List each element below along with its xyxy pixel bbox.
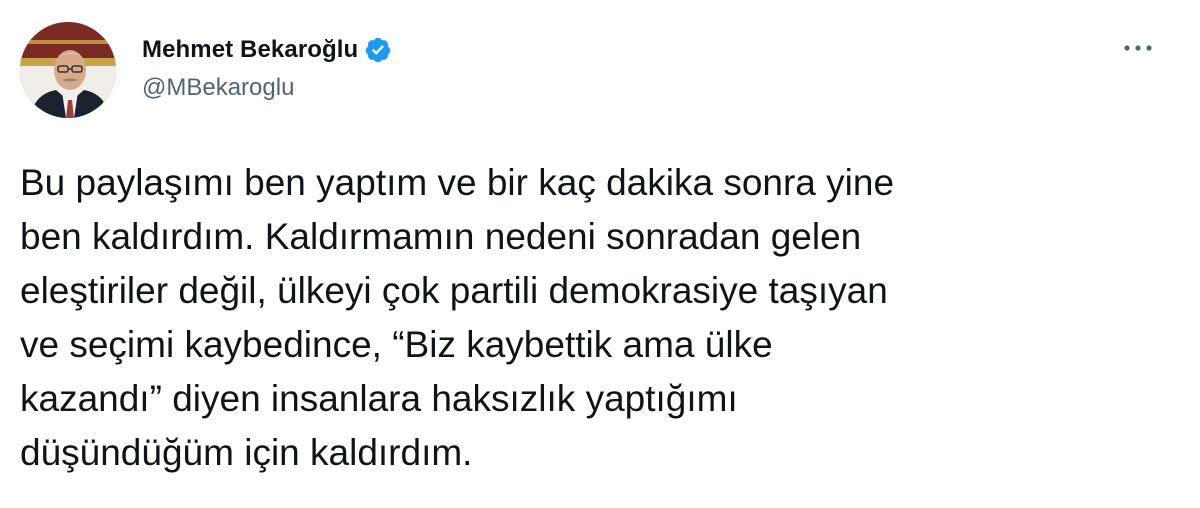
tweet-text-line: kazandı” diyen insanlara haksızlık yaptı… xyxy=(20,378,738,419)
more-options-icon xyxy=(1124,45,1152,51)
more-options-button[interactable] xyxy=(1118,34,1158,62)
tweet-card: Mehmet Bekaroğlu @MBekaroglu Bu paylaşım… xyxy=(0,0,1200,508)
tweet-text-line: ve seçimi kaybedince, “Biz kaybettik ama… xyxy=(20,324,773,365)
tweet-text-line: Bu paylaşımı ben yaptım ve bir kaç dakik… xyxy=(20,162,895,203)
author-handle[interactable]: @MBekaroglu xyxy=(142,74,294,102)
author-name-row[interactable]: Mehmet Bekaroğlu xyxy=(142,32,392,68)
avatar-photo xyxy=(20,22,116,118)
tweet-text-line: düşündüğüm için kaldırdım. xyxy=(20,432,473,473)
tweet-text-line: eleştiriler değil, ülkeyi çok partili de… xyxy=(20,270,888,311)
verified-badge-icon xyxy=(364,36,392,64)
author-display-name[interactable]: Mehmet Bekaroğlu xyxy=(142,36,358,64)
avatar[interactable] xyxy=(20,22,116,118)
tweet-text-line: ben kaldırdım. Kaldırmamın nedeni sonrad… xyxy=(20,216,862,257)
tweet-text: Bu paylaşımı ben yaptım ve bir kaç dakik… xyxy=(20,156,1170,480)
